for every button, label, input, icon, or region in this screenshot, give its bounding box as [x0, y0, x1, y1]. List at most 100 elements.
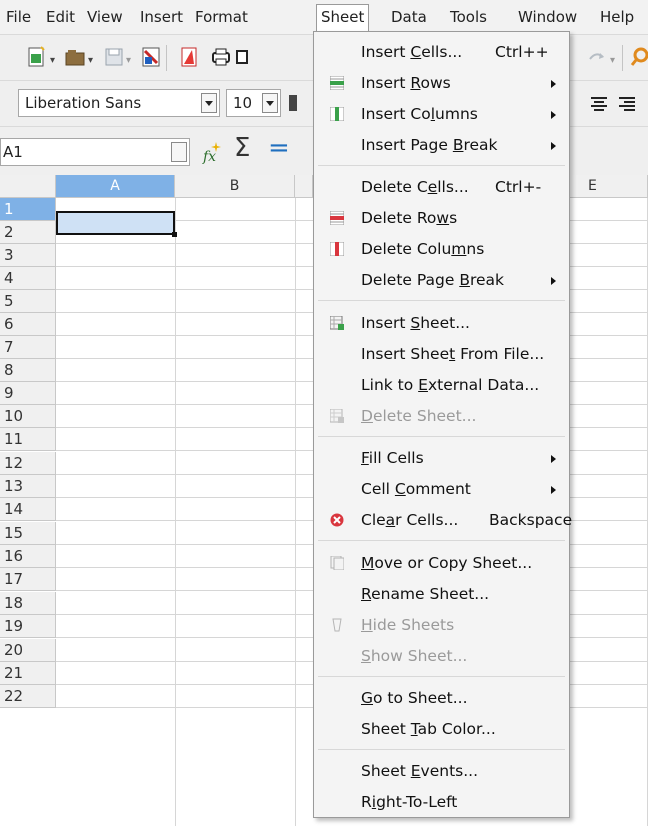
row-header[interactable]: 4: [0, 267, 56, 290]
menu-item[interactable]: Delete Cells... Ctrl+-: [314, 172, 569, 203]
menu-view[interactable]: View: [87, 4, 123, 30]
menu-item[interactable]: Insert Page Break: [314, 130, 569, 161]
menu-sheet[interactable]: Sheet: [316, 4, 370, 31]
row-header[interactable]: 16: [0, 545, 56, 569]
column-header-b[interactable]: B: [175, 175, 295, 198]
new-dropdown-icon[interactable]: ▾: [50, 55, 55, 66]
align-right-icon[interactable]: [616, 91, 638, 115]
row-header[interactable]: 13: [0, 475, 56, 499]
font-size-combo[interactable]: 10: [226, 89, 281, 117]
menu-item[interactable]: Insert Rows: [314, 68, 569, 99]
corner-select-all[interactable]: [0, 175, 56, 198]
row-header[interactable]: 3: [0, 244, 56, 267]
export-pdf-icon[interactable]: [140, 45, 162, 69]
row-header[interactable]: 12: [0, 451, 56, 475]
menu-item[interactable]: Go to Sheet...: [314, 683, 569, 714]
menu-item[interactable]: Cell Comment: [314, 474, 569, 505]
row-header[interactable]: 2: [0, 221, 56, 244]
menu-data[interactable]: Data: [391, 4, 427, 30]
row-header[interactable]: 21: [0, 661, 56, 685]
menu-item[interactable]: Sheet Events...: [314, 756, 569, 787]
menu-item[interactable]: Right-To-Left: [314, 787, 569, 818]
function-wizard-icon[interactable]: fx: [200, 139, 226, 165]
row-header[interactable]: 15: [0, 521, 56, 545]
mnemonic-letter: a: [385, 511, 396, 529]
menu-file[interactable]: File: [6, 4, 31, 30]
menu-tools[interactable]: Tools: [450, 4, 487, 30]
print-icon[interactable]: [210, 45, 232, 69]
label-text: Delete C: [361, 178, 428, 196]
menu-item[interactable]: Insert Cells... Ctrl++: [314, 37, 569, 68]
row-header[interactable]: 10: [0, 405, 56, 428]
label-text: Delete Ro: [361, 209, 437, 227]
pdf-direct-icon[interactable]: [178, 45, 200, 69]
row-header[interactable]: 20: [0, 638, 56, 662]
menu-item[interactable]: Show Sheet...: [314, 641, 569, 672]
find-replace-icon[interactable]: [630, 45, 648, 69]
name-box[interactable]: A1: [0, 138, 190, 166]
chevron-down-icon[interactable]: [262, 93, 278, 113]
row-header[interactable]: 6: [0, 313, 56, 336]
submenu-arrow-icon: [551, 142, 556, 150]
chevron-down-icon[interactable]: [201, 93, 217, 113]
font-name-combo[interactable]: Liberation Sans: [18, 89, 220, 117]
label-text: Delete Colu: [361, 240, 452, 258]
row-header[interactable]: 19: [0, 615, 56, 639]
row-header[interactable]: 8: [0, 359, 56, 382]
sum-icon[interactable]: Σ: [234, 133, 250, 163]
formula-equals-icon[interactable]: =: [268, 133, 290, 163]
menu-item-label: Delete Sheet...: [361, 401, 476, 432]
row-header[interactable]: 18: [0, 591, 56, 615]
open-dropdown-icon[interactable]: ▾: [88, 55, 93, 66]
menu-item[interactable]: Clear Cells... Backspace: [314, 505, 572, 536]
label-text: Link to: [361, 376, 419, 394]
submenu-arrow-icon: [551, 111, 556, 119]
save-icon[interactable]: [103, 45, 125, 69]
menu-edit[interactable]: Edit: [46, 4, 75, 30]
menu-item[interactable]: Delete Columns: [314, 234, 569, 265]
redo-dropdown-icon[interactable]: ▾: [610, 55, 615, 66]
menu-item[interactable]: Move or Copy Sheet...: [314, 548, 569, 579]
new-document-icon[interactable]: [26, 45, 48, 69]
menu-item[interactable]: Rename Sheet...: [314, 579, 569, 610]
menu-item[interactable]: Delete Sheet...: [314, 401, 569, 432]
print-preview-icon[interactable]: [236, 45, 248, 69]
menu-item[interactable]: Delete Page Break: [314, 265, 569, 296]
row-header[interactable]: 1: [0, 198, 56, 221]
mnemonic-letter: R: [361, 585, 372, 603]
menu-item[interactable]: Fill Cells: [314, 443, 569, 474]
move-copy-sheet-icon: [330, 556, 344, 570]
menu-item[interactable]: Insert Sheet...: [314, 308, 569, 339]
menu-item[interactable]: Insert Columns: [314, 99, 569, 130]
row-header[interactable]: 11: [0, 428, 56, 452]
chevron-down-icon[interactable]: [171, 142, 187, 162]
column-header-a[interactable]: A: [56, 175, 175, 198]
align-center-icon[interactable]: [588, 91, 610, 115]
menu-item[interactable]: Hide Sheets: [314, 610, 569, 641]
bold-icon[interactable]: [289, 95, 297, 111]
row-header[interactable]: 22: [0, 685, 56, 709]
save-dropdown-icon[interactable]: ▾: [126, 55, 131, 66]
menu-window[interactable]: Window: [518, 4, 577, 30]
row-header[interactable]: 14: [0, 498, 56, 522]
row-header[interactable]: 17: [0, 568, 56, 592]
menu-item[interactable]: Link to External Data...: [314, 370, 569, 401]
menu-insert[interactable]: Insert: [140, 4, 183, 30]
redo-icon[interactable]: [586, 45, 608, 69]
column-header-e[interactable]: E: [570, 175, 648, 198]
row-header[interactable]: 9: [0, 382, 56, 405]
menu-help[interactable]: Help: [600, 4, 634, 30]
menu-item-label: Sheet Tab Color...: [361, 714, 496, 745]
menu-item[interactable]: Sheet Tab Color...: [314, 714, 569, 745]
open-folder-icon[interactable]: [64, 45, 86, 69]
selected-cell-a1[interactable]: [56, 211, 177, 237]
menu-item-label: Cell Comment: [361, 474, 471, 505]
label-text: reak: [469, 271, 504, 289]
menu-format[interactable]: Format: [195, 4, 248, 30]
column-header-c[interactable]: [295, 175, 313, 198]
menu-item[interactable]: Insert Sheet From File...: [314, 339, 569, 370]
menu-item[interactable]: Delete Rows: [314, 203, 569, 234]
mnemonic-letter: S: [361, 647, 371, 665]
row-header[interactable]: 5: [0, 290, 56, 313]
row-header[interactable]: 7: [0, 336, 56, 359]
